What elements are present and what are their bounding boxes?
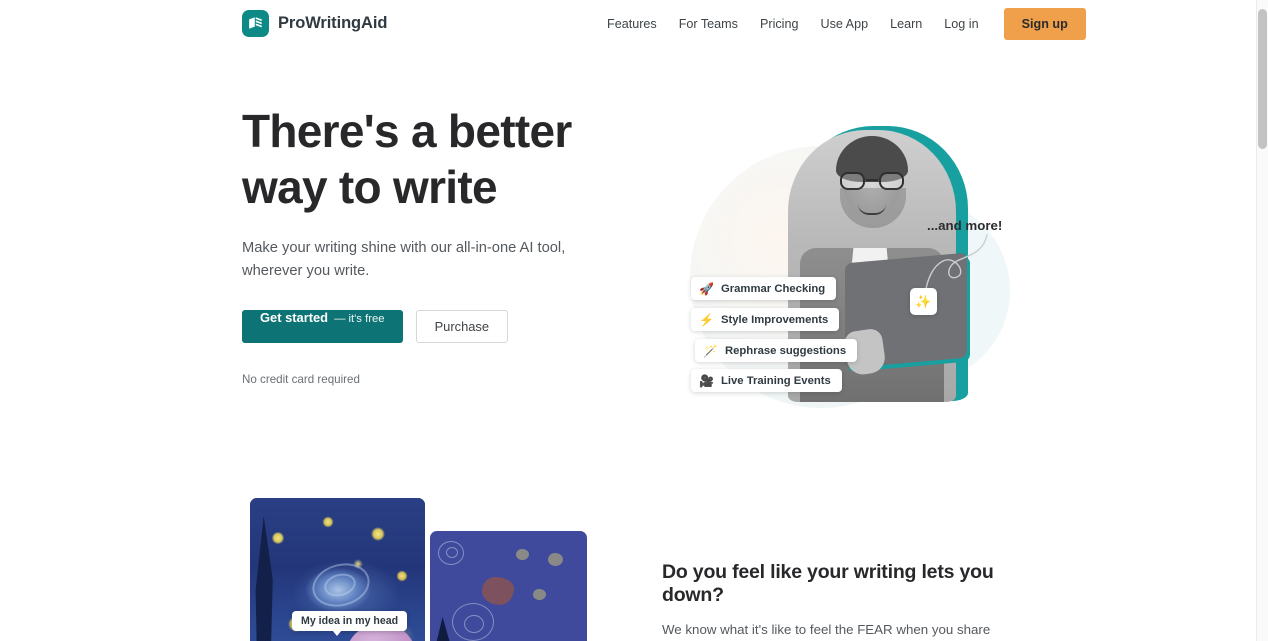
nav-link-features[interactable]: Features bbox=[596, 12, 668, 37]
purchase-button[interactable]: Purchase bbox=[415, 309, 509, 343]
hero-cta-group: Get started — it's free Purchase bbox=[242, 309, 642, 343]
get-started-sublabel: — it's free bbox=[334, 312, 385, 325]
no-credit-card-note: No credit card required bbox=[242, 372, 360, 386]
page-root: ProWritingAid Features For Teams Pricing… bbox=[0, 0, 1268, 641]
section2-body: We know what it's like to feel the FEAR … bbox=[662, 622, 991, 637]
nav-link-for-teams[interactable]: For Teams bbox=[668, 12, 749, 37]
book-checkmark-icon bbox=[242, 10, 269, 37]
page-scrollbar[interactable] bbox=[1256, 0, 1268, 641]
hero-title-line-2: way to write bbox=[242, 161, 498, 214]
feature-badge-rephrase-suggestions: 🪄 Rephrase suggestions bbox=[695, 339, 858, 362]
hero-copy: There's a better way to write Make your … bbox=[242, 103, 642, 386]
magic-wand-icon: 🪄 bbox=[703, 343, 718, 358]
hero-illustration: ...and more! rocket-icon✨ 🚀 Grammar Chec… bbox=[660, 108, 1030, 438]
feature-badge-label: Grammar Checking bbox=[720, 282, 826, 295]
feature-badge-grammar-checking: 🚀 Grammar Checking bbox=[691, 277, 837, 300]
nav-link-learn[interactable]: Learn bbox=[879, 12, 933, 37]
brand-name: ProWritingAid bbox=[278, 14, 388, 32]
brand-logo-link[interactable]: ProWritingAid bbox=[242, 10, 387, 37]
sparkles-icon: rocket-icon✨ bbox=[910, 288, 937, 315]
feature-badge-style-improvements: ⚡ Style Improvements bbox=[691, 308, 840, 331]
section2-title: Do you feel like your writing lets you d… bbox=[662, 561, 994, 606]
sign-up-button[interactable]: Sign up bbox=[1003, 8, 1086, 40]
video-camera-icon: 🎥 bbox=[699, 373, 714, 388]
artwork-panel-secondary bbox=[430, 531, 587, 641]
get-started-button[interactable]: Get started — it's free bbox=[242, 309, 403, 343]
main-navigation: Features For Teams Pricing Use App Learn… bbox=[596, 0, 1086, 48]
hero-subtitle: Make your writing shine with our all-in-… bbox=[242, 240, 566, 280]
hero-title: There's a better way to write bbox=[242, 103, 642, 215]
nav-link-pricing[interactable]: Pricing bbox=[749, 12, 810, 37]
feature-badge-live-training-events: 🎥 Live Training Events bbox=[691, 369, 842, 392]
nav-link-log-in[interactable]: Log in bbox=[933, 12, 989, 37]
lightning-icon: ⚡ bbox=[699, 312, 714, 327]
feature-badge-label: Style Improvements bbox=[720, 313, 829, 326]
hero-title-line-1: There's a better bbox=[242, 105, 572, 157]
feature-badge-label: Live Training Events bbox=[720, 374, 831, 387]
artwork-caption-tooltip: My idea in my head bbox=[292, 611, 408, 636]
section2-copy: Do you feel like your writing lets you d… bbox=[662, 561, 1022, 641]
get-started-label: Get started bbox=[260, 309, 329, 325]
rocket-icon: 🚀 bbox=[699, 281, 714, 296]
and-more-label: ...and more! bbox=[927, 218, 1003, 233]
scrollbar-thumb[interactable] bbox=[1258, 9, 1267, 149]
site-header: ProWritingAid Features For Teams Pricing… bbox=[0, 0, 1256, 48]
feature-badge-label: Rephrase suggestions bbox=[724, 344, 847, 357]
nav-link-use-app[interactable]: Use App bbox=[809, 12, 879, 37]
